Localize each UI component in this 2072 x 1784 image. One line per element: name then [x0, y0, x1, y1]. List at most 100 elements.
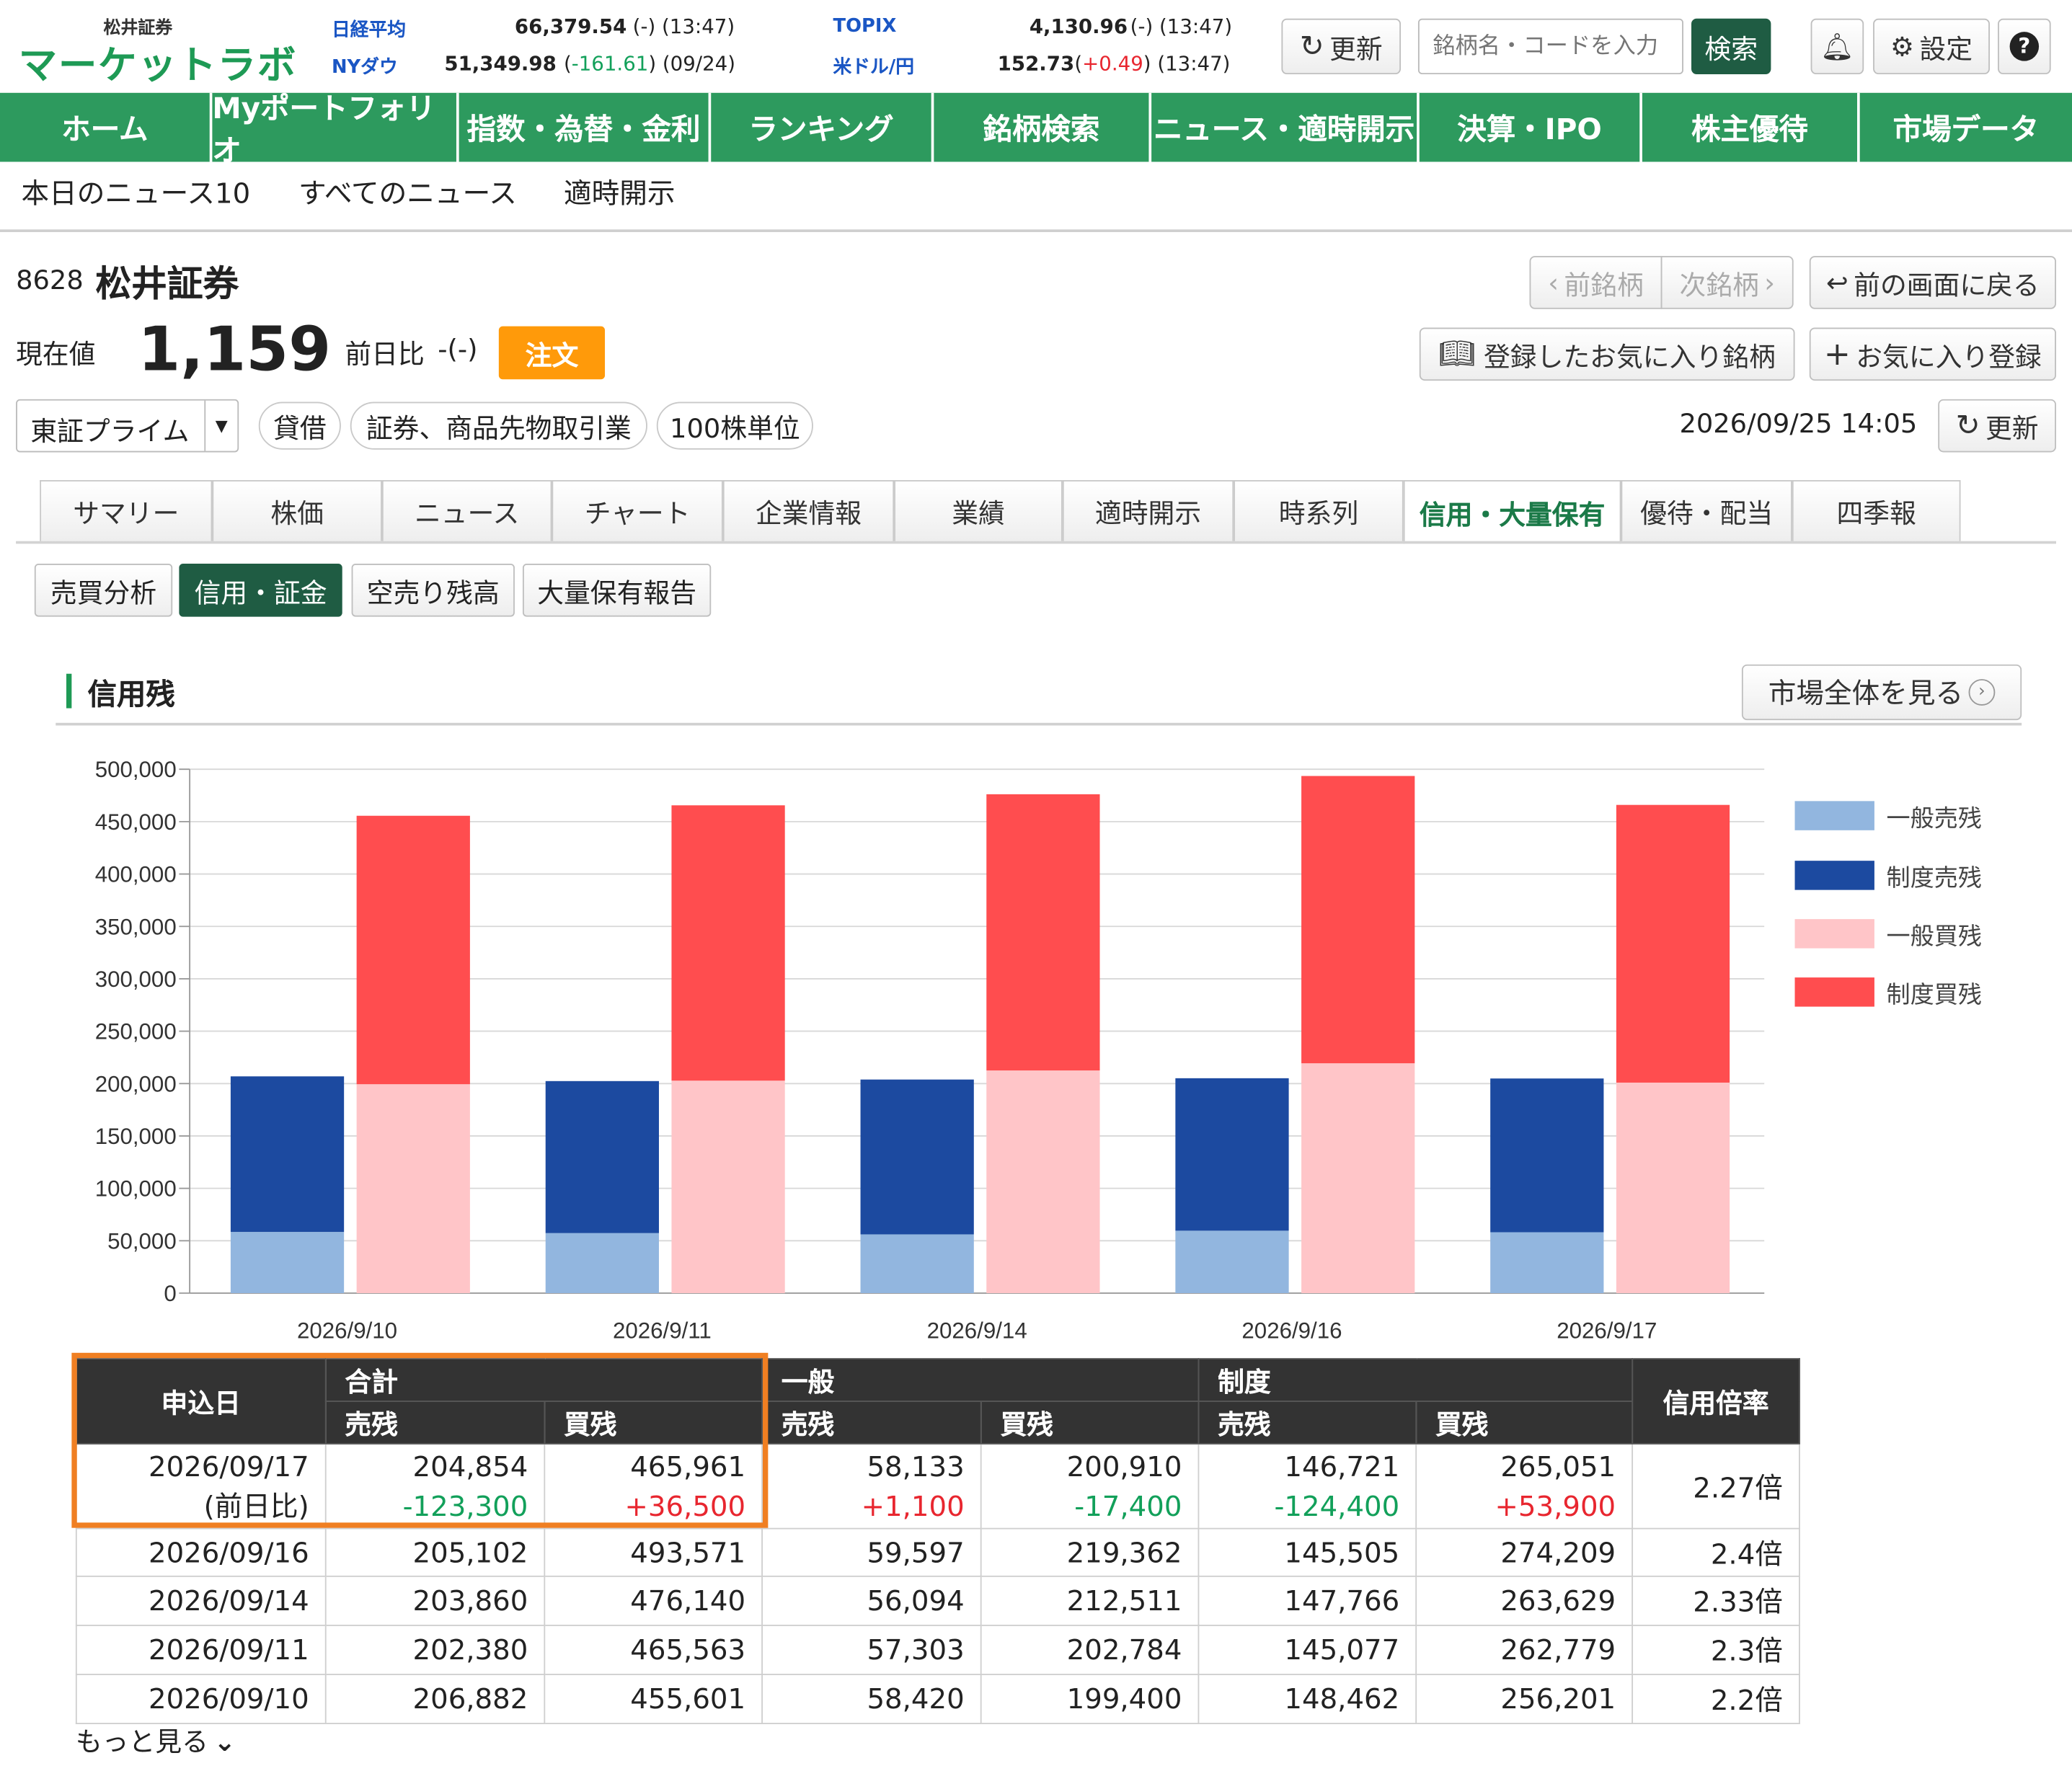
- x-tick-label: 2026/9/14: [927, 1318, 1027, 1344]
- market-select[interactable]: 東証プライム ▼: [16, 399, 239, 453]
- chevron-down-icon: ⌄: [213, 1725, 236, 1757]
- ticker-label: 日経平均: [332, 19, 407, 42]
- subtab-margin-balance[interactable]: 信用・証金: [179, 564, 342, 617]
- add-favorite-button[interactable]: + お気に入り登録: [1809, 327, 2056, 381]
- y-tick-label: 0: [164, 1281, 176, 1306]
- nav-stock-search[interactable]: 銘柄検索: [934, 92, 1152, 162]
- bar-buy-2: [356, 1084, 470, 1293]
- legend-label: 一般買残: [1886, 923, 1982, 951]
- header-buy: 買残: [1415, 1401, 1634, 1444]
- prev-stock-button[interactable]: ‹ 前銘柄: [1529, 256, 1663, 309]
- header-ratio: 信用倍率: [1632, 1358, 1800, 1444]
- y-tick-label: 100,000: [95, 1176, 177, 1202]
- settings-button[interactable]: ⚙ 設定: [1873, 18, 1990, 75]
- nav-indices[interactable]: 指数・為替・金利: [459, 92, 712, 162]
- search-button[interactable]: 検索: [1691, 18, 1771, 75]
- bar-buy-2: [1616, 1082, 1730, 1293]
- ticker-label: NYダウ: [332, 57, 398, 79]
- subtab-short-selling[interactable]: 空売り残高: [351, 564, 515, 617]
- current-price: 1,159: [138, 313, 332, 385]
- tab-price[interactable]: 株価: [212, 480, 382, 541]
- help-button[interactable]: ?: [1998, 18, 2051, 75]
- table-row: 2026/09/16 205,102 493,571 59,597 219,36…: [75, 1527, 1800, 1577]
- bar-buy-3: [1301, 776, 1415, 1064]
- x-tick-label: 2026/9/11: [613, 1318, 712, 1344]
- market-overview-button[interactable]: 市場全体を見る ›: [1741, 664, 2022, 721]
- price-change: -(-): [438, 332, 478, 365]
- favorites-list-button[interactable]: 📖︎ 登録したお気に入り銘柄: [1419, 327, 1795, 381]
- value-cell: 262,779: [1415, 1624, 1634, 1675]
- value-cell: 56,094: [761, 1575, 982, 1626]
- value-cell: 199,400: [980, 1674, 1200, 1725]
- tab-results[interactable]: 業績: [894, 480, 1063, 541]
- nav-home[interactable]: ホーム: [0, 92, 213, 162]
- value-cell: 59,597: [761, 1527, 982, 1577]
- show-more-link[interactable]: もっと見る ⌄: [76, 1720, 236, 1758]
- tab-timeseries[interactable]: 時系列: [1234, 480, 1404, 541]
- tab-disclosure[interactable]: 適時開示: [1062, 480, 1234, 541]
- bar-buy-2: [671, 1080, 785, 1293]
- tab-margin[interactable]: 信用・大量保有: [1403, 480, 1621, 544]
- value-cell: 200,910 -17,400: [980, 1442, 1200, 1530]
- search-input[interactable]: [1417, 18, 1683, 75]
- legend-swatch-system-buy: [1794, 977, 1874, 1007]
- order-button[interactable]: 注文: [498, 326, 606, 380]
- tab-shikiho[interactable]: 四季報: [1792, 480, 1961, 541]
- chevron-right-circle-icon: ›: [1968, 679, 1996, 706]
- nav-market-data[interactable]: 市場データ: [1860, 93, 2072, 162]
- nav-portfolio[interactable]: Myポートフォリオ: [212, 92, 459, 169]
- ticker-change: (+0.49) (13:47): [1074, 51, 1231, 76]
- header-general: 一般: [761, 1358, 1200, 1402]
- value-cell: 203,860: [324, 1575, 546, 1626]
- subtab-large-holdings[interactable]: 大量保有報告: [522, 564, 712, 617]
- bar-sell-1: [860, 1079, 974, 1235]
- y-tick-label: 400,000: [95, 862, 177, 887]
- header-sell: 売残: [1197, 1401, 1417, 1444]
- tab-chart[interactable]: チャート: [552, 480, 723, 541]
- y-tick-label: 150,000: [95, 1124, 177, 1149]
- table-row: 2026/09/10 206,882 455,601 58,420 199,40…: [75, 1674, 1800, 1725]
- nav-news[interactable]: ニュース・適時開示: [1151, 92, 1420, 162]
- subnav-disclosures[interactable]: 適時開示: [564, 172, 676, 212]
- book-icon: 📖︎: [1438, 337, 1476, 371]
- chevron-left-icon: ‹: [1548, 266, 1559, 298]
- value-cell: 263,629: [1415, 1575, 1634, 1626]
- value-cell: 145,505: [1197, 1527, 1417, 1577]
- chevron-right-icon: ›: [1764, 266, 1775, 298]
- gear-icon: ⚙: [1890, 30, 1915, 63]
- legend-label: 制度買残: [1886, 981, 1982, 1010]
- ratio-cell: 2.2倍: [1632, 1674, 1800, 1725]
- bar-sell-0: [230, 1232, 345, 1293]
- nav-shareholder-benefits[interactable]: 株主優待: [1642, 92, 1860, 162]
- bar-sell-0: [545, 1233, 659, 1293]
- value-cell: 476,140: [544, 1575, 763, 1626]
- header-system: 制度: [1197, 1358, 1634, 1402]
- bar-buy-3: [1616, 804, 1730, 1083]
- ticker-change: (-) (13:47): [632, 14, 735, 39]
- value-cell: 205,102: [324, 1527, 546, 1577]
- tab-company[interactable]: 企業情報: [722, 480, 895, 541]
- header-buy: 買残: [980, 1401, 1200, 1444]
- next-stock-button[interactable]: 次銘柄 ›: [1660, 256, 1794, 309]
- date-cell: 2026/09/10: [75, 1674, 327, 1725]
- stock-refresh-button[interactable]: ↻ 更新: [1938, 399, 2056, 453]
- subnav-today-news[interactable]: 本日のニュース10: [21, 172, 250, 212]
- stock-code: 8628: [16, 264, 84, 296]
- bar-buy-3: [986, 794, 1100, 1071]
- nav-ranking[interactable]: ランキング: [711, 92, 934, 162]
- nav-earnings-ipo[interactable]: 決算・IPO: [1420, 92, 1642, 162]
- refresh-button[interactable]: ↻ 更新: [1281, 18, 1402, 75]
- back-button[interactable]: ↩ 前の画面に戻る: [1809, 256, 2056, 309]
- tab-benefits-dividend[interactable]: 優待・配当: [1621, 480, 1792, 541]
- subnav-all-news[interactable]: すべてのニュース: [298, 172, 517, 212]
- refresh-icon: ↻: [1299, 30, 1324, 63]
- tab-news[interactable]: ニュース: [381, 480, 552, 541]
- subtab-trade-analysis[interactable]: 売買分析: [34, 564, 173, 617]
- brand-logo[interactable]: マーケットラボ: [19, 35, 297, 90]
- bell-icon[interactable]: 🔔︎: [1810, 18, 1864, 75]
- tab-summary[interactable]: サマリー: [40, 480, 213, 541]
- legend-swatch-general-buy: [1794, 919, 1874, 949]
- value-cell: 465,563: [544, 1624, 763, 1675]
- value-cell: 146,721 -124,400: [1197, 1442, 1417, 1530]
- table-row: 2026/09/14 203,860 476,140 56,094 212,51…: [75, 1575, 1800, 1626]
